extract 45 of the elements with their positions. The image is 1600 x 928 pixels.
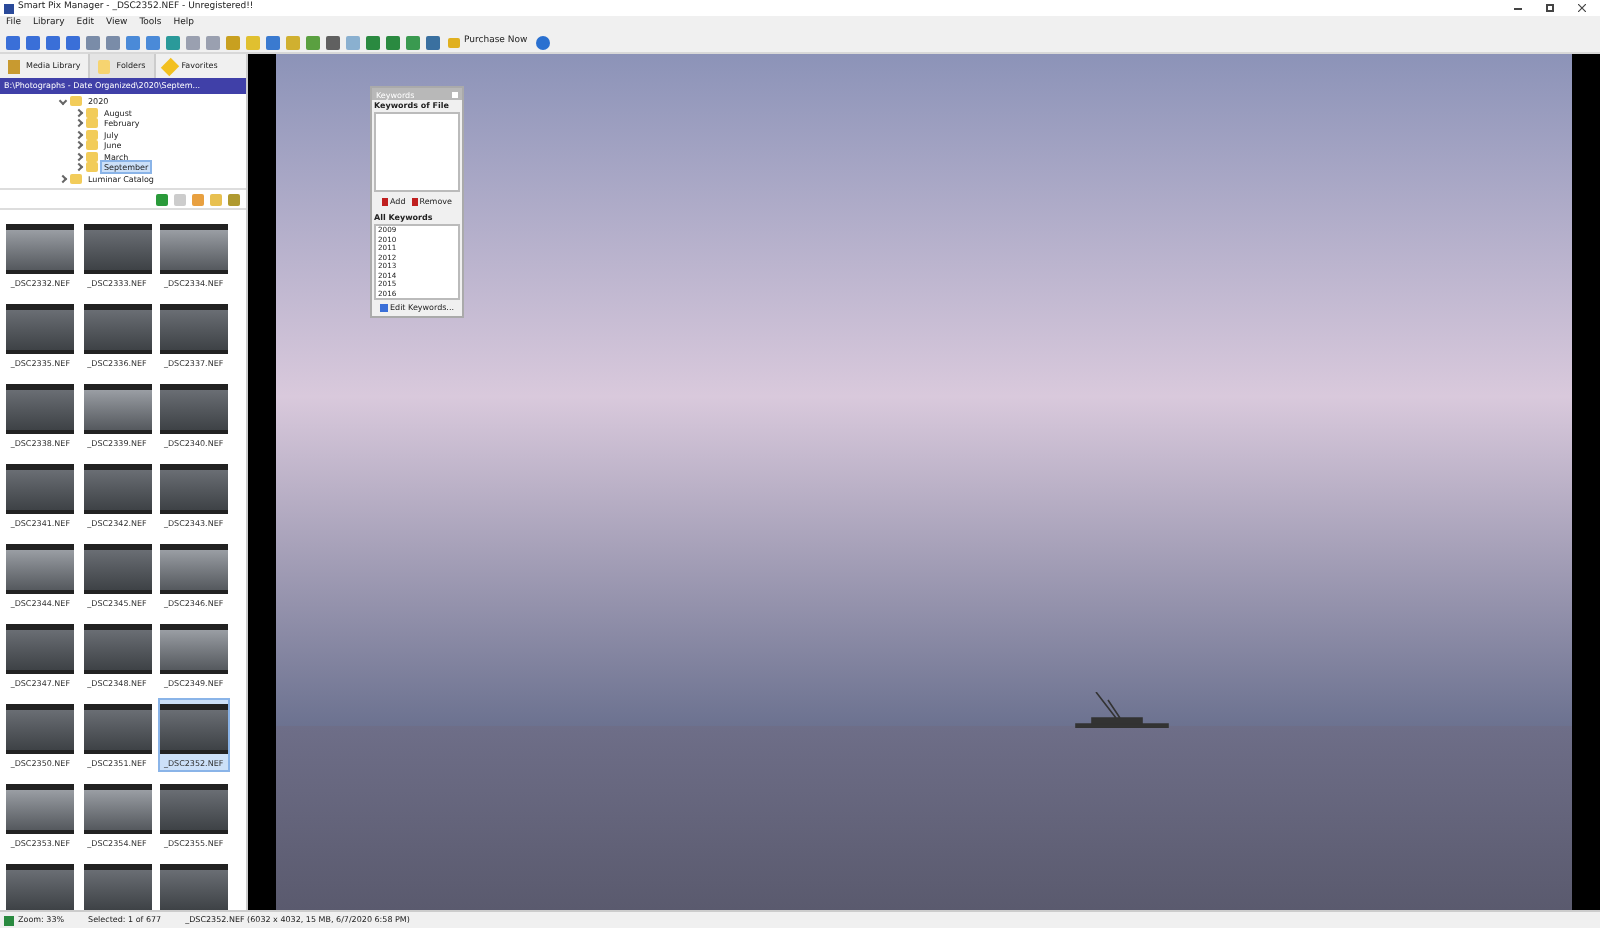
close-icon[interactable] — [1578, 4, 1586, 12]
minimize-icon[interactable] — [1514, 7, 1522, 9]
thumbnail-item[interactable] — [157, 858, 230, 910]
photo-thumbnail — [6, 304, 75, 354]
photo-thumbnail — [83, 464, 151, 514]
photo-thumbnail — [83, 704, 151, 754]
photo-thumbnail — [83, 304, 151, 354]
photo-thumbnail — [159, 224, 228, 274]
photo-thumbnail — [6, 544, 75, 594]
expand-chevron-icon[interactable] — [74, 119, 84, 128]
collapse-chevron-icon[interactable] — [58, 97, 68, 106]
photo-thumbnail — [159, 784, 228, 834]
photo-thumbnail — [159, 384, 228, 434]
expand-chevron-icon[interactable] — [74, 141, 84, 150]
photo-thumbnail — [83, 544, 151, 594]
expand-chevron-icon[interactable] — [74, 163, 84, 172]
photo-thumbnail — [159, 304, 228, 354]
photo-thumbnail — [159, 624, 228, 674]
photo-thumbnail — [6, 784, 75, 834]
expand-chevron-icon[interactable] — [74, 130, 84, 139]
photo-thumbnail — [83, 864, 151, 910]
photo-thumbnail — [83, 224, 151, 274]
boat-drawing — [1072, 692, 1172, 728]
photo-thumbnail — [159, 544, 228, 594]
expand-chevron-icon[interactable] — [74, 152, 84, 161]
photo-thumbnail — [159, 864, 228, 910]
app-logo-icon — [4, 3, 14, 13]
photo-thumbnail — [159, 464, 228, 514]
photo-thumbnail — [159, 704, 228, 754]
photo-thumbnail — [6, 464, 75, 514]
thumbnail-item[interactable] — [4, 858, 77, 910]
thumbnail-item[interactable] — [80, 858, 154, 910]
expand-chevron-icon[interactable] — [58, 174, 68, 183]
photo-thumbnail — [83, 784, 151, 834]
photo-thumbnail — [6, 704, 75, 754]
photo-thumbnail — [6, 624, 75, 674]
folder-icon — [98, 59, 111, 73]
help-icon[interactable] — [535, 35, 550, 49]
maximize-icon[interactable] — [1546, 4, 1554, 12]
photo-thumbnail — [6, 384, 75, 434]
photo-thumbnail — [83, 384, 151, 434]
expand-chevron-icon[interactable] — [74, 108, 84, 117]
photo-thumbnail — [6, 864, 75, 910]
photo-thumbnail — [6, 224, 75, 274]
photo-thumbnail — [83, 624, 151, 674]
